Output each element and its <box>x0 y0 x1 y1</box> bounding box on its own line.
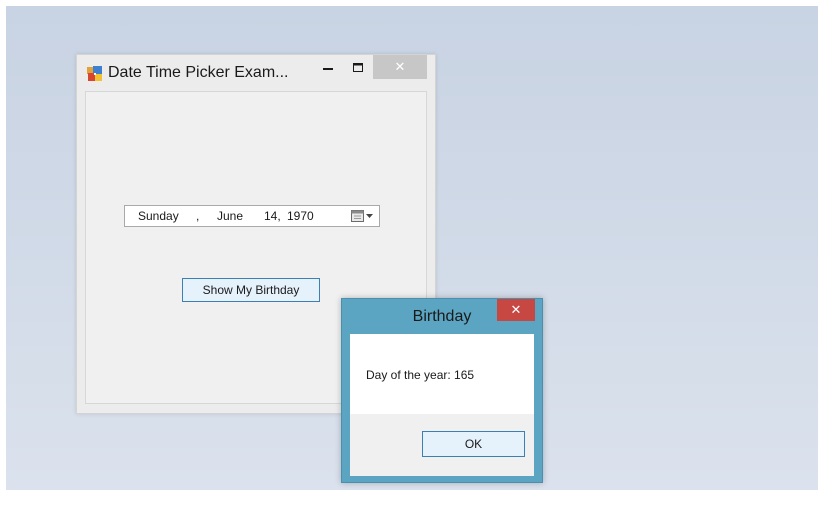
close-icon: ✕ <box>394 59 406 74</box>
date-picker-year[interactable]: 1970 <box>287 209 314 223</box>
birthday-message-box: Birthday ✕ Day of the year: 165 OK <box>341 298 543 483</box>
ok-button[interactable]: OK <box>422 431 525 457</box>
calendar-dropdown-icon[interactable] <box>351 209 379 223</box>
message-box-close-button[interactable]: ✕ <box>497 299 535 321</box>
desktop: Date Time Picker Exam... ✕ Sunday , June… <box>6 6 818 490</box>
date-picker-month[interactable]: June <box>217 209 243 223</box>
minimize-icon <box>323 68 333 70</box>
date-time-picker[interactable]: Sunday , June 14, 1970 <box>124 205 380 227</box>
close-button[interactable]: ✕ <box>373 55 427 79</box>
date-picker-separator: , <box>196 209 200 223</box>
window-title: Date Time Picker Exam... <box>108 64 289 81</box>
maximize-button[interactable] <box>347 55 369 79</box>
main-titlebar[interactable]: Date Time Picker Exam... ✕ <box>77 55 435 91</box>
windows-form-icon <box>87 66 102 81</box>
message-box-client: Day of the year: 165 OK <box>350 334 534 476</box>
show-my-birthday-button[interactable]: Show My Birthday <box>182 278 320 302</box>
date-picker-weekday[interactable]: Sunday <box>138 209 179 223</box>
minimize-button[interactable] <box>317 55 339 79</box>
maximize-icon <box>353 62 363 72</box>
close-icon: ✕ <box>510 302 522 317</box>
date-picker-day[interactable]: 14, <box>264 209 281 223</box>
message-text: Day of the year: 165 <box>366 368 475 382</box>
message-box-body: Day of the year: 165 <box>350 334 534 414</box>
